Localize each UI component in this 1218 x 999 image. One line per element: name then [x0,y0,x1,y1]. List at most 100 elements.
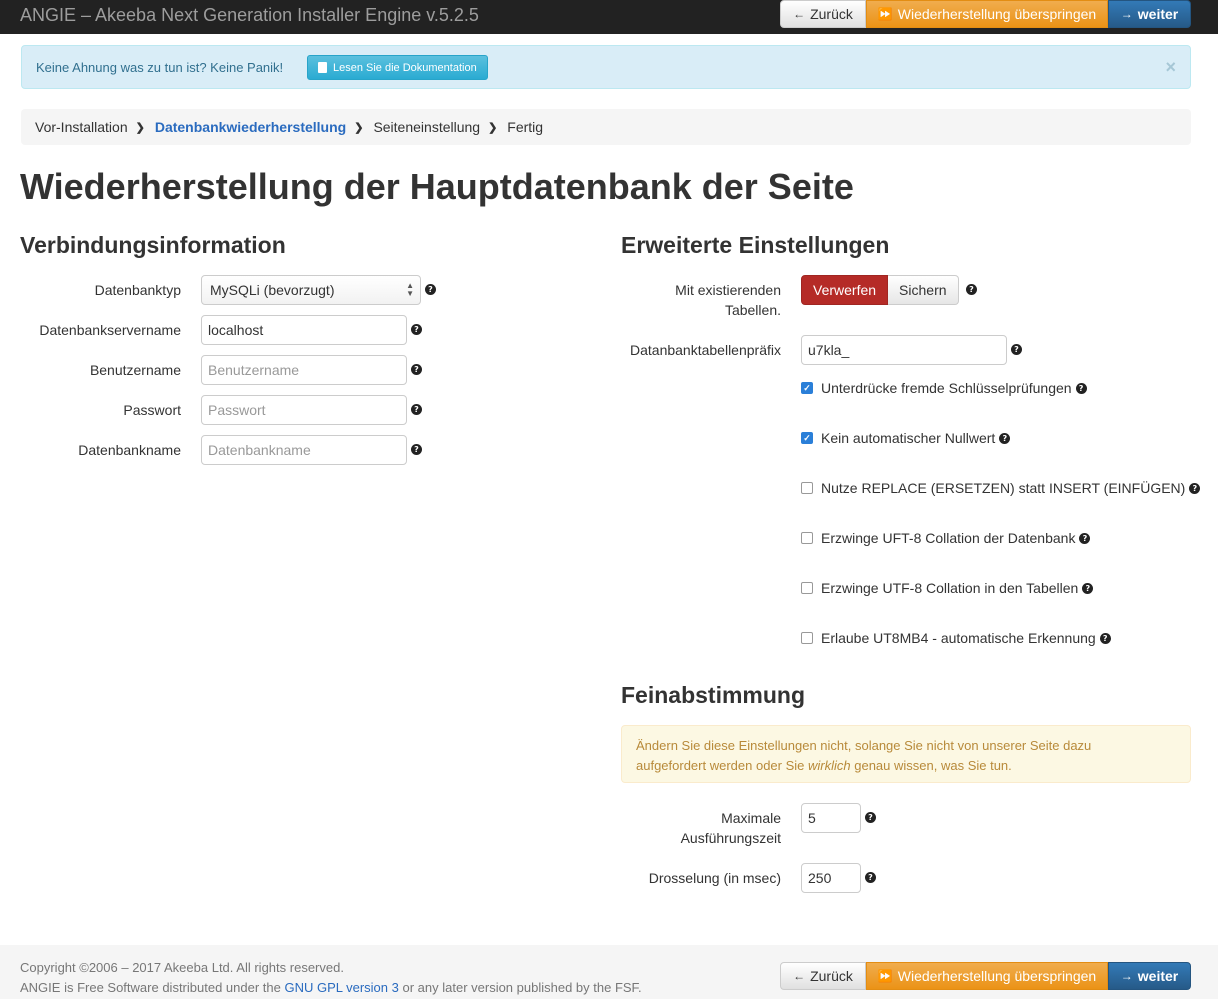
checkbox-unchecked[interactable] [801,582,813,594]
footer-back-button[interactable]: ← Zurück [780,962,866,990]
footer: Copyright ©2006 – 2017 Akeeba Ltd. All r… [0,945,1218,999]
connection-heading: Verbindungsinformation [20,232,286,258]
max-exec-time-label-line2: Ausführungszeit [680,830,781,846]
throttle-input[interactable] [801,863,861,893]
question-circle-icon[interactable]: ? [865,812,876,823]
question-circle-icon[interactable]: ? [425,284,436,295]
discard-option-button[interactable]: Verwerfen [801,275,889,305]
checkbox-checked[interactable]: ✓ [801,382,813,394]
max-exec-time-label: Maximale Ausführungszeit [621,808,781,848]
warning-text: genau wissen, was Sie tun. [850,758,1012,773]
checkbox-label: Nutze REPLACE (ERSETZEN) statt INSERT (E… [821,480,1186,496]
question-circle-icon[interactable]: ? [411,364,422,375]
checkbox-label: Erzwinge UTF-8 Collation in den Tabellen [821,580,1079,596]
question-circle-icon[interactable]: ? [1075,382,1087,394]
help-alert-text: Keine Ahnung was zu tun ist? Keine Panik… [36,60,284,75]
question-circle-icon[interactable]: ? [411,444,422,455]
backup-option-button[interactable]: Sichern [888,275,959,305]
arrow-left-icon: ← [793,7,806,21]
warning-line2: aufgefordert werden oder Sie wirklich ge… [636,756,1176,776]
max-exec-time-label-line1: Maximale [721,810,781,826]
page-title: Wiederherstellung der Hauptdatenbank der… [20,166,854,207]
username-input[interactable] [201,355,407,385]
checkbox-unchecked[interactable] [801,632,813,644]
arrow-right-icon: → [1120,969,1133,983]
force-table-utf8-collation-checkbox[interactable]: Erzwinge UTF-8 Collation in den Tabellen… [801,580,1094,596]
warning-line1: Ändern Sie diese Einstellungen nicht, so… [636,738,1092,753]
no-auto-value-on-zero-checkbox[interactable]: ✓ Kein automatischer Nullwert ? [801,430,1011,446]
throttle-label: Drosselung (in msec) [648,870,781,886]
fast-forward-icon: ⏩ [877,969,893,983]
footer-skip-restoration-button[interactable]: ⏩ Wiederherstellung überspringen [866,962,1108,990]
checkbox-label: Erzwinge UFT-8 Collation der Datenbank [821,530,1076,546]
table-prefix-input[interactable] [801,335,1007,365]
read-docs-button[interactable]: Lesen Sie die Dokumentation [307,55,488,80]
fine-tuning-heading: Feinabstimmung [621,682,806,708]
next-button-label: weiter [1137,968,1179,984]
max-exec-time-input[interactable] [801,803,861,833]
question-circle-icon[interactable]: ? [999,432,1011,444]
breadcrumb-step-finished: Fertig [507,119,544,135]
username-label: Benutzername [89,362,181,378]
existing-tables-label-line1: Mit existierenden [675,282,781,298]
table-prefix-label: Datanbanktabellenpräfix [630,342,781,358]
footer-button-group: ← Zurück ⏩ Wiederherstellung überspringe… [780,962,1191,990]
app-title: ANGIE – Akeeba Next Generation Installer… [20,5,479,25]
next-button-label: weiter [1137,6,1179,22]
password-input[interactable] [201,395,407,425]
db-server-label: Datenbankservername [39,322,181,338]
checkbox-unchecked[interactable] [801,482,813,494]
db-name-label: Datenbankname [78,442,181,458]
breadcrumb-step-database-restoration: Datenbankwiederherstellung [154,119,347,135]
advanced-heading: Erweiterte Einstellungen [621,232,890,258]
footer-next-button[interactable]: → weiter [1108,962,1191,990]
question-circle-icon[interactable]: ? [966,284,977,295]
allow-utf8mb4-checkbox[interactable]: Erlaube UT8MB4 - automatische Erkennung … [801,630,1111,646]
suppress-foreign-keys-checkbox[interactable]: ✓ Unterdrücke fremde Schlüsselprüfungen … [801,380,1087,396]
chevron-right-icon: ❯ [488,121,498,134]
question-circle-icon[interactable]: ? [1011,344,1022,355]
gpl-link[interactable]: GNU GPL version 3 [284,980,398,995]
copyright-line: Copyright ©2006 – 2017 Akeeba Ltd. All r… [20,960,344,975]
checkbox-checked[interactable]: ✓ [801,432,813,444]
skip-restoration-button[interactable]: ⏩ Wiederherstellung überspringen [866,0,1108,28]
question-circle-icon[interactable]: ? [1099,632,1111,644]
book-icon [318,62,327,73]
close-icon[interactable]: × [1165,57,1176,78]
db-type-select[interactable]: MySQLi (bevorzugt) ▲ ▼ [201,275,421,305]
back-button[interactable]: ← Zurück [780,0,866,28]
question-circle-icon[interactable]: ? [411,324,422,335]
license-text: ANGIE is Free Software distributed under… [20,980,285,995]
chevron-right-icon: ❯ [135,121,145,134]
next-button[interactable]: → weiter [1108,0,1191,28]
question-circle-icon[interactable]: ? [1079,532,1091,544]
existing-tables-label-line2: Tabellen. [724,302,781,318]
top-button-group: ← Zurück ⏩ Wiederherstellung überspringe… [780,0,1191,28]
password-label: Passwort [123,402,181,418]
fine-tuning-warning: Ändern Sie diese Einstellungen nicht, so… [621,725,1191,783]
breadcrumb-step-site-setup: Seiteneinstellung [373,119,481,135]
fast-forward-icon: ⏩ [877,7,893,21]
breadcrumb: Vor-Installation ❯ Datenbankwiederherste… [21,109,1191,145]
question-circle-icon[interactable]: ? [865,872,876,883]
db-server-input[interactable] [201,315,407,345]
help-alert: Keine Ahnung was zu tun ist? Keine Panik… [21,45,1191,89]
question-circle-icon[interactable]: ? [1082,582,1094,594]
footer-copyright: Copyright ©2006 – 2017 Akeeba Ltd. All r… [20,958,642,998]
checkbox-label: Kein automatischer Nullwert [821,430,996,446]
checkbox-unchecked[interactable] [801,532,813,544]
skip-button-label: Wiederherstellung überspringen [897,968,1097,984]
back-button-label: Zurück [810,6,853,22]
use-replace-checkbox[interactable]: Nutze REPLACE (ERSETZEN) statt INSERT (E… [801,480,1201,496]
question-circle-icon[interactable]: ? [411,404,422,415]
db-type-label: Datenbanktyp [94,282,181,298]
read-docs-label: Lesen Sie die Dokumentation [333,61,477,74]
arrow-left-icon: ← [793,969,806,983]
force-db-utf8-collation-checkbox[interactable]: Erzwinge UFT-8 Collation der Datenbank ? [801,530,1091,546]
back-button-label: Zurück [810,968,853,984]
existing-tables-toggle: Verwerfen Sichern [801,275,959,305]
checkbox-label: Erlaube UT8MB4 - automatische Erkennung [821,630,1096,646]
question-circle-icon[interactable]: ? [1189,482,1201,494]
db-name-input[interactable] [201,435,407,465]
existing-tables-label: Mit existierenden Tabellen. [621,280,781,320]
